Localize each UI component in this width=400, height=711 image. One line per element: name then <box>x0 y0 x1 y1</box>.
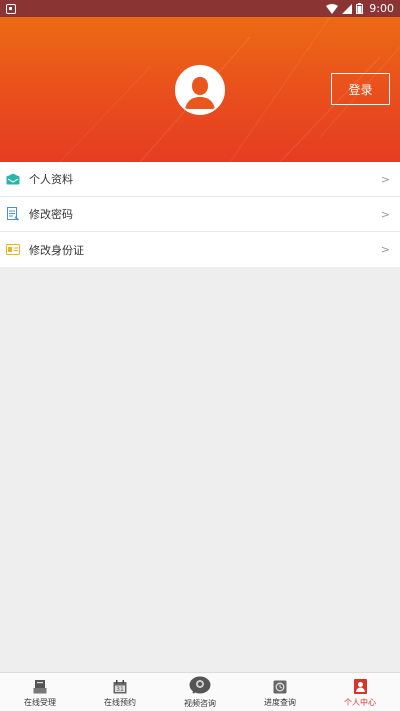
status-bar: 9:00 <box>0 0 400 17</box>
bottom-nav: 在线受理 31 在线预约 视频咨询 进度查询 个人中心 <box>0 672 400 711</box>
user-avatar-icon <box>177 67 223 113</box>
status-right: 9:00 <box>326 2 394 15</box>
menu-item-label: 修改密码 <box>29 208 73 221</box>
nav-video-consult[interactable]: 视频咨询 <box>160 673 240 711</box>
wifi-icon <box>326 3 339 14</box>
nav-personal-center[interactable]: 个人中心 <box>320 673 400 711</box>
menu-item-label: 个人资料 <box>29 173 73 186</box>
signal-icon <box>342 3 353 14</box>
profile-header: 登录 <box>0 17 400 162</box>
personal-center-icon <box>353 677 367 694</box>
chevron-right-icon: > <box>380 207 390 221</box>
profile-icon <box>6 172 20 186</box>
nav-label: 在线受理 <box>24 697 56 707</box>
chevron-right-icon: > <box>380 243 390 256</box>
nav-online-booking[interactable]: 31 在线预约 <box>80 673 160 711</box>
settings-menu: 个人资料 > 修改密码 > 修改身份证 > <box>0 162 400 267</box>
nav-label: 视频咨询 <box>184 698 216 708</box>
id-card-icon <box>6 243 20 257</box>
avatar[interactable] <box>175 65 225 115</box>
nav-label: 进度查询 <box>264 697 296 707</box>
app-notification-icon <box>6 3 16 14</box>
battery-icon <box>356 3 364 14</box>
menu-item-change-password[interactable]: 修改密码 > <box>0 197 400 232</box>
nav-progress-query[interactable]: 进度查询 <box>240 673 320 711</box>
menu-item-profile[interactable]: 个人资料 > <box>0 162 400 197</box>
progress-query-icon <box>273 677 287 694</box>
svg-text:31: 31 <box>116 686 124 693</box>
nav-label: 个人中心 <box>344 697 376 707</box>
password-doc-icon <box>6 207 20 221</box>
menu-item-label: 修改身份证 <box>29 243 84 257</box>
nav-label: 在线预约 <box>104 697 136 707</box>
chevron-right-icon: > <box>380 172 390 186</box>
status-time: 9:00 <box>369 2 394 15</box>
video-chat-icon <box>189 676 211 695</box>
menu-item-change-id-card[interactable]: 修改身份证 > <box>0 232 400 267</box>
nav-online-accept[interactable]: 在线受理 <box>0 673 80 711</box>
status-left <box>6 3 16 14</box>
calendar-icon: 31 <box>113 677 127 694</box>
login-button[interactable]: 登录 <box>331 73 390 105</box>
online-accept-icon <box>33 677 47 694</box>
